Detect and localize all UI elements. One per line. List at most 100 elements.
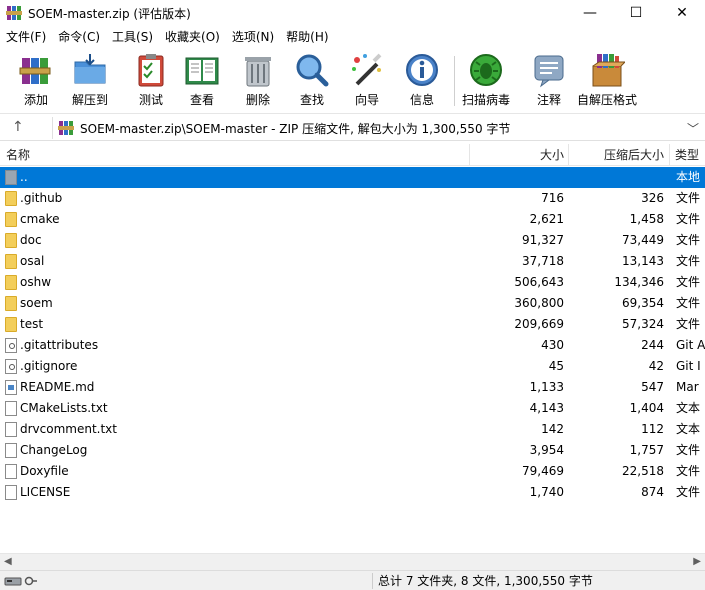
wizard-wand-icon: [349, 52, 385, 88]
sfx-button[interactable]: 自解压格式: [577, 52, 637, 108]
extract-to-label: 解压到: [72, 93, 109, 107]
folder-icon: [5, 317, 17, 332]
column-header-name[interactable]: 名称: [6, 144, 30, 166]
file-name: ..: [20, 170, 28, 184]
file-row[interactable]: LICENSE 1,740 874 文件: [0, 482, 705, 503]
file-row[interactable]: CMakeLists.txt 4,143 1,404 文本: [0, 398, 705, 419]
column-header-type[interactable]: 类型: [675, 144, 699, 166]
scroll-right-arrow-icon[interactable]: ▶: [693, 556, 701, 567]
extract-to-icon: [72, 52, 108, 88]
path-text: SOEM-master.zip\SOEM-master - ZIP 压缩文件, …: [80, 121, 511, 136]
file-type: 文件: [676, 317, 701, 331]
add-button[interactable]: 添加: [18, 52, 54, 108]
winrar-app-icon[interactable]: [6, 5, 22, 21]
file-row[interactable]: .github 716 326 文件: [0, 188, 705, 209]
file-packed-size: 547: [641, 380, 664, 394]
file-row[interactable]: oshw 506,643 134,346 文件: [0, 272, 705, 293]
file-size: 430: [541, 338, 564, 352]
window-title: SOEM-master.zip (评估版本): [28, 6, 191, 21]
file-packed-size: 1,404: [629, 401, 664, 415]
file-row[interactable]: doc 91,327 73,449 文件: [0, 230, 705, 251]
column-header-packed[interactable]: 压缩后大小: [568, 144, 664, 166]
scroll-left-arrow-icon[interactable]: ◀: [4, 556, 12, 567]
file-row[interactable]: soem 360,800 69,354 文件: [0, 293, 705, 314]
file-row[interactable]: drvcomment.txt 142 112 文本: [0, 419, 705, 440]
maximize-button[interactable]: ☐: [613, 0, 659, 26]
file-packed-size: 1,458: [629, 212, 664, 226]
wizard-button[interactable]: 向导: [349, 52, 385, 108]
file-row[interactable]: README.md 1,133 547 Mar: [0, 377, 705, 398]
test-label: 测试: [138, 93, 163, 107]
up-folder-button[interactable]: ↑: [12, 119, 24, 135]
column-header-row: 名称 大小 压缩后大小 类型: [0, 144, 705, 166]
column-divider[interactable]: [669, 144, 670, 166]
file-type: 本地: [676, 170, 701, 184]
file-row[interactable]: Doxyfile 79,469 22,518 文件: [0, 461, 705, 482]
comment-button[interactable]: 注释: [531, 52, 567, 108]
extract-to-button[interactable]: 解压到: [72, 52, 108, 108]
file-size: 1,133: [529, 380, 564, 394]
menu-help[interactable]: 帮助(H): [280, 26, 334, 48]
minimize-button[interactable]: —: [567, 0, 613, 26]
file-size: 506,643: [514, 275, 564, 289]
file-row[interactable]: test 209,669 57,324 文件: [0, 314, 705, 335]
virus-scan-icon: [468, 52, 504, 88]
folder-icon: [5, 191, 17, 206]
chevron-down-icon[interactable]: ﹀: [687, 120, 699, 137]
delete-button[interactable]: 删除: [240, 52, 276, 108]
file-row[interactable]: osal 37,718 13,143 文件: [0, 251, 705, 272]
comment-icon: [531, 52, 567, 88]
file-row[interactable]: cmake 2,621 1,458 文件: [0, 209, 705, 230]
horizontal-scrollbar[interactable]: ◀ ▶: [0, 553, 705, 570]
file-size: 45: [548, 359, 564, 373]
file-row[interactable]: .gitattributes 430 244 Git A: [0, 335, 705, 356]
view-label: 查看: [189, 93, 214, 107]
file-name: test: [20, 317, 44, 331]
file-name: Doxyfile: [20, 464, 69, 478]
menu-bar: 文件(F) 命令(C) 工具(S) 收藏夹(O) 选项(N) 帮助(H): [0, 26, 705, 48]
scan-virus-button[interactable]: 扫描病毒: [462, 52, 510, 108]
status-divider: [372, 573, 373, 589]
add-label: 添加: [23, 93, 48, 107]
folder-icon: [5, 275, 17, 290]
file-packed-size: 244: [641, 338, 664, 352]
view-button[interactable]: 查看: [184, 52, 220, 108]
close-button[interactable]: ✕: [659, 0, 705, 26]
menu-tools[interactable]: 工具(S): [106, 26, 159, 48]
find-label: 查找: [299, 93, 324, 107]
file-name: .gitattributes: [20, 338, 99, 352]
file-size: 3,954: [529, 443, 564, 457]
file-size: 91,327: [522, 233, 564, 247]
file-name: osal: [20, 254, 45, 268]
menu-file[interactable]: 文件(F): [0, 26, 52, 48]
file-name: soem: [20, 296, 53, 310]
drive-key-icon[interactable]: [4, 575, 38, 587]
wizard-label: 向导: [354, 93, 379, 107]
file-size: 79,469: [522, 464, 564, 478]
file-row[interactable]: ChangeLog 3,954 1,757 文件: [0, 440, 705, 461]
menu-options[interactable]: 选项(N): [226, 26, 280, 48]
file-row-parent[interactable]: .. 本地: [0, 167, 705, 188]
file-packed-size: 1,757: [629, 443, 664, 457]
text-file-icon: [5, 401, 17, 416]
file-row[interactable]: .gitignore 45 42 Git I: [0, 356, 705, 377]
folder-icon: [5, 296, 17, 311]
column-header-size[interactable]: 大小: [470, 144, 564, 166]
file-packed-size: 57,324: [622, 317, 664, 331]
file-type: 文件: [676, 464, 701, 478]
file-name: .gitignore: [20, 359, 78, 373]
config-file-icon: [5, 359, 17, 374]
file-name: CMakeLists.txt: [20, 401, 108, 415]
magnifier-icon: [294, 52, 330, 88]
menu-commands[interactable]: 命令(C): [52, 26, 106, 48]
path-field[interactable]: SOEM-master.zip\SOEM-master - ZIP 压缩文件, …: [52, 117, 705, 139]
test-button[interactable]: 测试: [133, 52, 169, 108]
sfx-box-icon: [589, 52, 627, 88]
file-type: Git I: [676, 359, 701, 373]
info-button[interactable]: 信息: [404, 52, 440, 108]
find-button[interactable]: 查找: [294, 52, 330, 108]
info-icon: [404, 52, 440, 88]
file-type: 文本: [676, 422, 701, 436]
file-size: 2,621: [529, 212, 564, 226]
menu-favorites[interactable]: 收藏夹(O): [159, 26, 226, 48]
